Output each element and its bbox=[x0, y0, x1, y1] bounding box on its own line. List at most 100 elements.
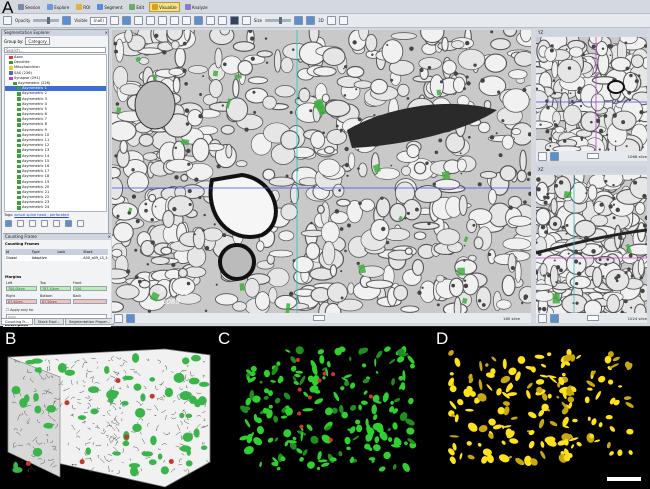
color-swatch-icon bbox=[17, 144, 21, 148]
pen-icon[interactable] bbox=[229, 16, 239, 25]
info-icon[interactable] bbox=[65, 220, 72, 227]
menu-item-3[interactable]: Segment bbox=[95, 2, 124, 12]
dock-close-icon[interactable]: ✕ bbox=[105, 30, 108, 36]
measure-icon[interactable] bbox=[133, 16, 143, 25]
vesicle bbox=[453, 71, 459, 76]
vesicle bbox=[495, 132, 498, 135]
search-input[interactable]: Search... bbox=[4, 47, 106, 53]
apply-only-checkbox-label[interactable]: ☐ Apply only for bbox=[6, 308, 34, 312]
menu-item-6[interactable]: Analyze bbox=[183, 2, 210, 12]
dock-tab[interactable]: Counting Fr... bbox=[1, 318, 33, 325]
yz-zoom-icon[interactable] bbox=[538, 151, 547, 161]
main-scrollbar[interactable] bbox=[138, 315, 500, 321]
crosshair-icon[interactable] bbox=[126, 313, 135, 323]
top-margin-field[interactable]: 787,50nm bbox=[40, 286, 71, 291]
pointer-tool-icon[interactable] bbox=[3, 16, 12, 25]
yz-crosshair-icon[interactable] bbox=[550, 151, 559, 161]
shape-icon[interactable] bbox=[241, 16, 251, 25]
sas-mesh bbox=[598, 375, 606, 383]
menu-item-2[interactable]: ROI bbox=[74, 2, 92, 12]
dock-tab[interactable]: Stack Expl... bbox=[33, 318, 64, 325]
tags-link[interactable]: actual spine head , perforated bbox=[14, 213, 68, 217]
em-image-xz[interactable] bbox=[536, 175, 647, 313]
xz-scroll-thumb[interactable] bbox=[587, 315, 600, 321]
synapse-mesh bbox=[160, 466, 169, 475]
view-split-icon[interactable] bbox=[306, 16, 316, 25]
fill-icon[interactable] bbox=[181, 16, 191, 25]
menu-item-0[interactable]: Session bbox=[16, 2, 42, 12]
synapses-3d-render bbox=[239, 346, 417, 472]
table-icon[interactable] bbox=[41, 220, 48, 227]
dock-tab[interactable]: Segmentation Proper... bbox=[64, 318, 115, 325]
channel-icon[interactable] bbox=[62, 16, 72, 25]
visible-select[interactable]: (null) bbox=[90, 16, 107, 25]
asymmetric-synapse bbox=[394, 398, 401, 403]
edit-icon[interactable] bbox=[17, 220, 24, 227]
right-margin-field[interactable]: 87,50nm bbox=[6, 299, 37, 304]
left-margin-field[interactable]: 700,00nm bbox=[6, 286, 37, 291]
opacity-slider[interactable] bbox=[33, 17, 60, 24]
rocket-icon[interactable] bbox=[338, 16, 348, 25]
xz-view[interactable] bbox=[536, 175, 647, 313]
bottom-margin-label: Bottom bbox=[40, 294, 53, 298]
vesicle bbox=[477, 182, 482, 187]
delete-icon[interactable] bbox=[77, 220, 84, 227]
synapse-mesh bbox=[179, 412, 185, 419]
menu-item-4[interactable]: Edit bbox=[127, 2, 146, 12]
membrane-profile bbox=[127, 171, 149, 193]
vesicle bbox=[463, 283, 469, 289]
color-swatch-icon bbox=[17, 87, 21, 91]
grid-view-icon[interactable] bbox=[53, 220, 60, 227]
em-image-yz[interactable] bbox=[536, 37, 647, 151]
asymmetric-synapse bbox=[310, 435, 319, 444]
main-scroll-thumb[interactable] bbox=[313, 315, 326, 321]
menu-icon bbox=[47, 4, 54, 10]
stamp-icon[interactable] bbox=[109, 16, 119, 25]
group-by-select[interactable]: Category bbox=[25, 37, 50, 45]
xz-scrollbar[interactable] bbox=[562, 315, 625, 321]
yz-scrollbar[interactable] bbox=[562, 153, 625, 159]
list-icon[interactable] bbox=[29, 220, 36, 227]
menu-icon bbox=[76, 4, 83, 10]
membrane-profile bbox=[138, 57, 150, 65]
vesicle bbox=[565, 232, 568, 235]
bars-icon[interactable] bbox=[169, 16, 179, 25]
xz-zoom-icon[interactable] bbox=[538, 313, 547, 323]
menu-item-5[interactable]: Visualize bbox=[149, 2, 180, 12]
eraser-icon[interactable] bbox=[217, 16, 227, 25]
vesicle bbox=[135, 219, 140, 224]
contour-icon[interactable] bbox=[205, 16, 215, 25]
slice-annotation: 9 bbox=[160, 286, 165, 294]
table-row[interactable]: Global Adaptive A00_a09_L3_10_GRZ.tif bbox=[5, 255, 108, 261]
size-slider[interactable] bbox=[265, 17, 292, 24]
back-margin-field[interactable] bbox=[73, 299, 107, 304]
grid-icon[interactable] bbox=[326, 16, 336, 25]
segmentation-icon[interactable] bbox=[121, 16, 131, 25]
yz-view[interactable] bbox=[536, 37, 647, 151]
view-3d-label[interactable]: 3D bbox=[318, 18, 324, 23]
zoom-icon[interactable] bbox=[114, 313, 123, 323]
view-2d-icon[interactable] bbox=[294, 16, 304, 25]
sas-mesh bbox=[527, 382, 533, 389]
asymmetric-synapse bbox=[314, 398, 324, 405]
bottom-margin-field[interactable]: 87,50nm bbox=[40, 299, 71, 304]
em-image-xy[interactable]: 9 7091069 bbox=[112, 30, 531, 313]
color-swatch-icon bbox=[9, 71, 13, 75]
main-xy-view[interactable]: 9 709 1069 bbox=[112, 30, 531, 313]
menu-item-1[interactable]: Explore bbox=[45, 2, 71, 12]
color-swatch-icon bbox=[9, 55, 13, 60]
front-margin-field[interactable]: 150 bbox=[73, 286, 107, 291]
tree-item[interactable]: Asymmetric 24 bbox=[5, 205, 106, 210]
membrane-profile bbox=[353, 80, 373, 89]
camera-icon[interactable] bbox=[5, 220, 12, 227]
table-header-cell: Stack bbox=[83, 250, 93, 254]
xz-crosshair-icon[interactable] bbox=[550, 313, 559, 323]
brush-icon[interactable] bbox=[193, 16, 203, 25]
counting-close-icon[interactable]: ✕ bbox=[108, 234, 111, 240]
palette-icon[interactable] bbox=[145, 16, 155, 25]
yz-scroll-thumb[interactable] bbox=[587, 153, 600, 159]
segmentation-tree[interactable]: Axon Dendrite Mitochondrion SAS (236) Synaps… bbox=[4, 54, 107, 212]
color-wheel-icon[interactable] bbox=[157, 16, 167, 25]
synapse-mesh bbox=[150, 435, 157, 446]
group-by-label: Group by: bbox=[4, 38, 24, 44]
